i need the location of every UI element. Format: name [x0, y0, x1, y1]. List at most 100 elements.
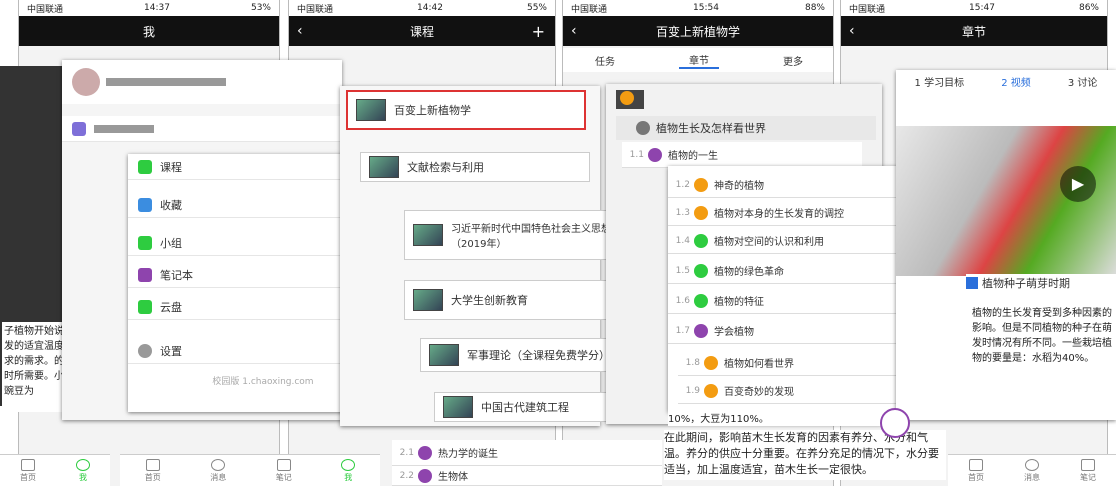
tab-me[interactable]: 我 [76, 458, 90, 483]
notebook-icon [138, 267, 152, 282]
back-icon[interactable]: ‹ [849, 23, 855, 39]
carrier-label: 中国联通 [297, 4, 334, 15]
course-item[interactable]: 文献检索与利用 [360, 152, 590, 182]
navbar-course: ‹ 百变上新植物学 [563, 16, 833, 46]
lesson-bottom-small: 10%，大豆为110%。 [668, 412, 908, 426]
chapter-status-icon [694, 293, 708, 308]
chapter-status-icon [418, 445, 432, 460]
section-title: 植物生长及怎样看世界 [656, 122, 766, 135]
tabbar-left: 首页 我 [0, 454, 110, 486]
chapter-title: 学会植物 [714, 327, 754, 338]
chapter-status-icon [418, 468, 432, 483]
back-icon[interactable]: ‹ [297, 23, 303, 39]
tab-chapters[interactable]: 章节 [679, 52, 719, 69]
chapter-item[interactable]: 1.8 植物如何看世界 [678, 350, 928, 376]
chapter-status-icon [694, 323, 708, 338]
time-label: 14:37 [144, 3, 170, 13]
course-tabs: 任务 章节 更多 [563, 48, 833, 72]
book-icon [72, 121, 86, 136]
course-title: 军事理论（全课程免费学分） [467, 349, 610, 362]
time-label: 15:47 [969, 3, 995, 13]
tab-messages[interactable]: 消息 [210, 458, 226, 483]
profile-header[interactable] [62, 60, 342, 104]
tab-messages[interactable]: 消息 [1024, 458, 1040, 483]
chapter-status-icon [704, 355, 718, 370]
tab-notes[interactable]: 笔记 [1080, 458, 1096, 483]
time-label: 15:54 [693, 3, 719, 13]
course-item[interactable]: 百变上新植物学 [346, 90, 586, 130]
floating-action-icon[interactable] [880, 408, 910, 438]
tab-more[interactable]: 更多 [783, 53, 803, 68]
progress-icon [620, 91, 634, 105]
tab-notes[interactable]: 笔记 [276, 458, 292, 483]
tab-label: 我 [344, 472, 353, 482]
courses-list-card: 百变上新植物学 文献检索与利用 习近平新时代中国特色社会主义思想（2019年） … [340, 86, 660, 426]
chapter-title: 神奇的植物 [714, 181, 764, 192]
tabbar-right: 首页 消息 笔记 [948, 454, 1116, 486]
home-icon [145, 458, 160, 471]
lesson-card: 1 学习目标 2 视频 3 讨论 ▶ 植物种子萌芽时期 植物的生长发育受到多种因… [896, 70, 1116, 420]
tab-home[interactable]: 首页 [20, 458, 36, 483]
chapter-number: 2.2 [399, 470, 414, 481]
chapter-title: 植物如何看世界 [724, 359, 794, 370]
chapter-number: 1.9 [685, 385, 700, 396]
user-icon [341, 458, 356, 471]
video-player[interactable]: ▶ [896, 126, 1116, 276]
back-icon[interactable]: ‹ [571, 23, 577, 39]
chapter-title: 热力学的诞生 [438, 449, 498, 460]
chapter-item[interactable]: 2.1 热力学的诞生 [392, 440, 662, 466]
chapter-title: 生物体 [438, 472, 468, 483]
chapter-title: 植物的特征 [714, 297, 764, 308]
chapter-status-icon [648, 147, 662, 162]
chat-icon [211, 458, 226, 471]
chapter-number: 1.1 [629, 149, 644, 160]
chapter-title: 植物对空间的认识和利用 [714, 237, 824, 248]
carrier-label: 中国联通 [571, 4, 608, 15]
tabbar-mid: 首页 消息 笔记 我 [120, 454, 380, 486]
menu-item-label: 笔记本 [160, 268, 193, 282]
chapter-number: 1.4 [675, 235, 690, 246]
menu-row-top[interactable] [62, 116, 342, 142]
course-thumbnail [369, 156, 399, 178]
status-bar: 中国联通 15:54 88% [563, 0, 833, 16]
pencil-icon [1081, 458, 1095, 471]
chapter-number: 2.1 [399, 447, 414, 458]
tab-video[interactable]: 2 视频 [1001, 74, 1031, 89]
chapter-item[interactable]: 1.9 百变奇妙的发现 [678, 378, 928, 404]
tab-home[interactable]: 首页 [968, 458, 984, 483]
play-icon[interactable]: ▶ [1060, 166, 1096, 202]
carrier-label: 中国联通 [27, 4, 64, 15]
tab-discuss[interactable]: 3 讨论 [1068, 74, 1098, 89]
tab-me[interactable]: 我 [341, 458, 356, 483]
tab-goals[interactable]: 1 学习目标 [915, 74, 965, 89]
add-icon[interactable]: + [532, 22, 545, 41]
lesson-tabs: 1 学习目标 2 视频 3 讨论 [896, 74, 1116, 89]
chapter-item[interactable]: 1.1 植物的一生 [622, 142, 862, 168]
course-thumbnail [413, 224, 443, 246]
chapter-section-header[interactable]: 植物生长及怎样看世界 [616, 116, 876, 140]
course-icon [138, 159, 152, 174]
menu-row-top-label [94, 124, 154, 133]
home-icon [21, 458, 35, 471]
video-marker-icon [966, 277, 978, 289]
page-title: 章节 [961, 24, 986, 39]
chapter-item[interactable]: 2.2 生物体 [392, 466, 662, 486]
page-title: 课程 [409, 24, 434, 39]
tab-tasks[interactable]: 任务 [595, 53, 615, 68]
chapter-title: 植物的一生 [668, 151, 718, 162]
menu-item-label: 收藏 [160, 198, 182, 212]
video-title-bar: 植物种子萌芽时期 [966, 274, 1116, 292]
chapter-number: 1.7 [675, 325, 690, 336]
tab-home[interactable]: 首页 [145, 458, 161, 483]
course-thumbnail [443, 396, 473, 418]
chapter-status-icon [704, 383, 718, 398]
course-title: 大学生创新教育 [451, 294, 528, 307]
chapter-number: 1.8 [685, 357, 700, 368]
tab-label: 消息 [1024, 472, 1040, 482]
star-icon [138, 197, 152, 212]
carrier-label: 中国联通 [849, 4, 886, 15]
lesson-right-text: 植物的生长发育受到多种因素的影响。但是不同植物的种子在萌发时情况有所不同。一些栽… [972, 306, 1116, 406]
menu-item-label: 云盘 [160, 300, 182, 314]
menu-item-label: 课程 [160, 160, 182, 174]
course-thumbnail [413, 289, 443, 311]
